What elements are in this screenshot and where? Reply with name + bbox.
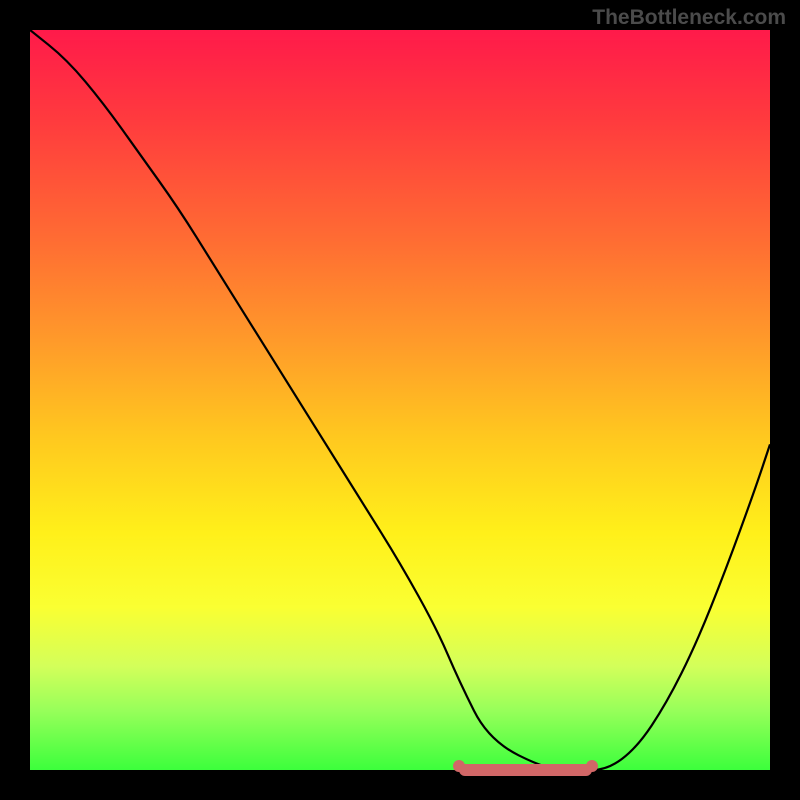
watermark-text: TheBottleneck.com xyxy=(592,6,786,30)
bottleneck-curve xyxy=(30,30,770,770)
optimal-plateau-bar xyxy=(459,764,592,776)
chart-plot-area xyxy=(30,30,770,770)
optimal-plateau-dot-right xyxy=(586,760,598,772)
